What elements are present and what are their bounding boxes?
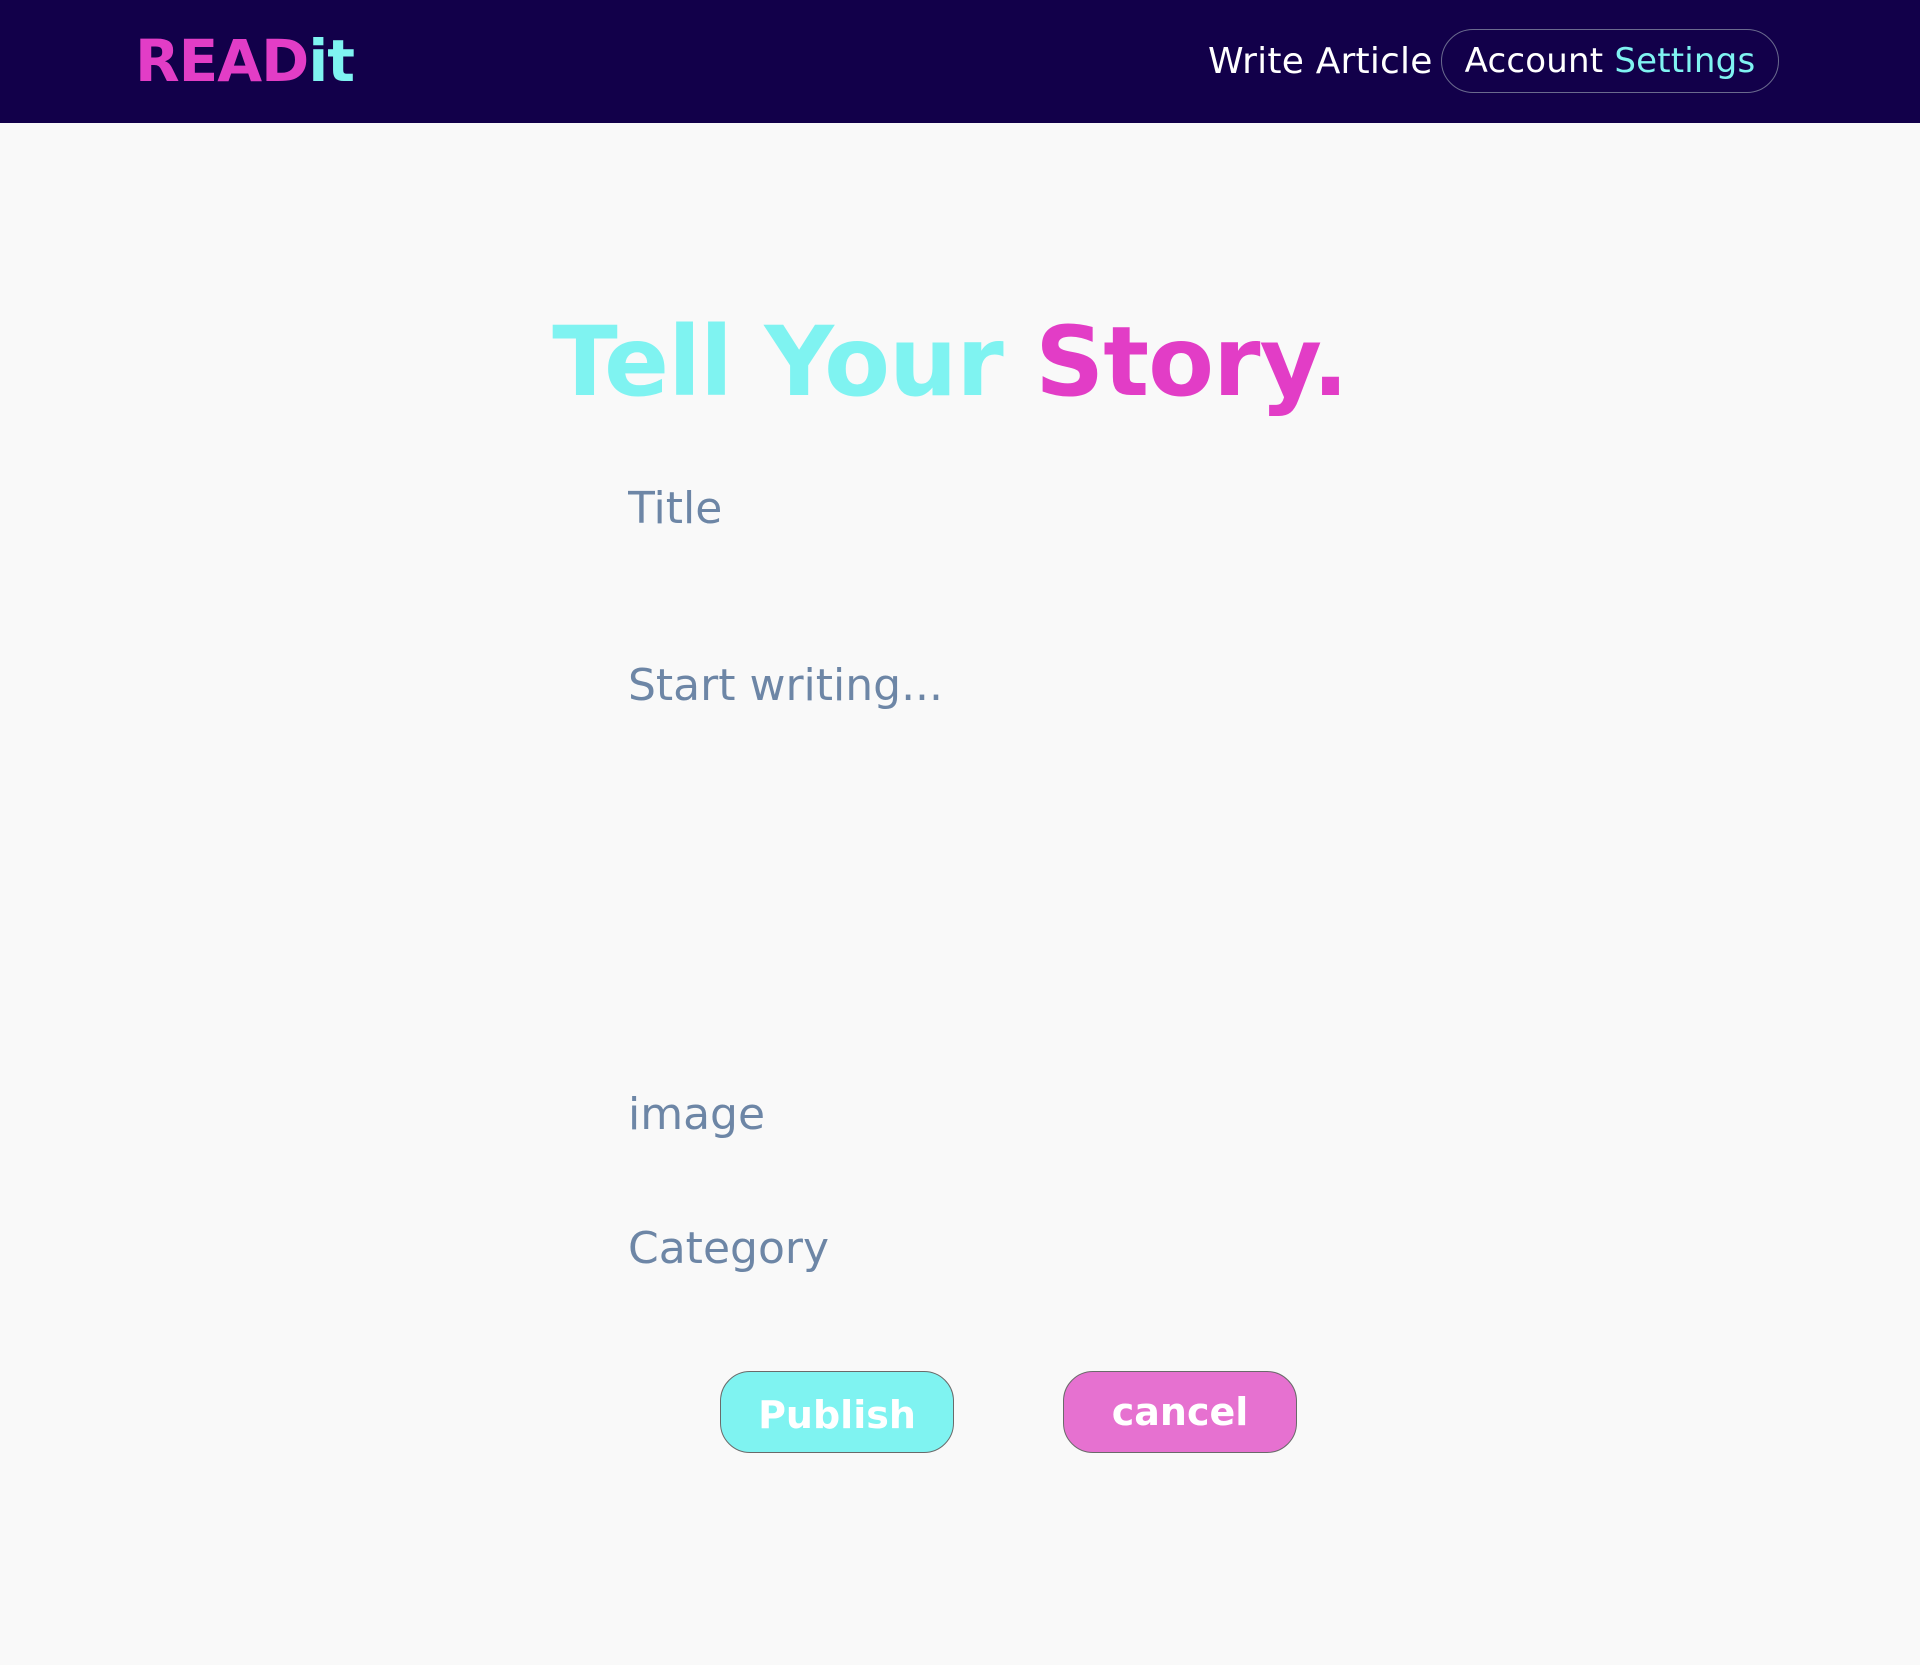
cancel-button[interactable]: cancel [1063, 1371, 1297, 1453]
headline-part2: Story. [1035, 306, 1349, 418]
title-input[interactable] [610, 476, 1310, 540]
headline-part1: Tell Your [552, 306, 1003, 418]
publish-button[interactable]: Publish [720, 1371, 954, 1453]
brand-logo[interactable]: READit [135, 26, 355, 96]
article-body-textarea[interactable] [610, 654, 1310, 1034]
brand-logo-part2: it [308, 27, 355, 95]
brand-logo-part1: READ [135, 27, 309, 95]
page-headline: Tell Your Story. [0, 307, 1900, 417]
category-input[interactable] [610, 1216, 1310, 1280]
account-settings-label-part2: Settings [1614, 41, 1756, 81]
write-article-link[interactable]: Write Article [1208, 38, 1433, 86]
account-settings-label-part1: Account [1464, 41, 1604, 81]
account-settings-button[interactable]: Account Settings [1441, 29, 1779, 93]
image-input[interactable] [610, 1082, 1310, 1146]
top-navbar: READit Write Article Account Settings [0, 0, 1920, 123]
